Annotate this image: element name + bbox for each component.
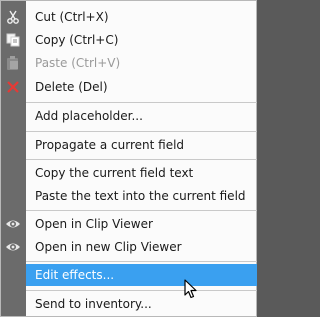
context-menu: Cut (Ctrl+X) Copy (Ctrl+C) Paste (Ctrl+V… (0, 0, 257, 317)
menu-separator (26, 102, 257, 103)
menu-item-label: Add placeholder... (35, 109, 143, 123)
menu-item-cut[interactable]: Cut (Ctrl+X) (7, 6, 257, 28)
menu-item-label: Paste (Ctrl+V) (35, 56, 121, 70)
scissors-icon (1, 6, 26, 28)
menu-separator (26, 261, 257, 262)
menu-item-add-placeholder[interactable]: Add placeholder... (26, 105, 257, 127)
menu-separator (26, 290, 257, 291)
mouse-cursor-icon (184, 279, 198, 302)
menu-item-label: Copy (Ctrl+C) (35, 33, 119, 47)
menu-item-open-clip-viewer[interactable]: Open in Clip Viewer (6, 213, 257, 235)
menu-item-copy-field-text[interactable]: Copy the current field text (26, 162, 257, 184)
menu-item-paste-field-text[interactable]: Paste the text into the current field (26, 185, 257, 207)
copy-icon (1, 29, 26, 51)
paste-icon (1, 52, 26, 74)
menu-item-label: Open in new Clip Viewer (35, 240, 182, 254)
menu-item-label: Paste the text into the current field (35, 189, 246, 203)
eye-icon (1, 213, 26, 235)
menu-separator (26, 210, 257, 211)
menu-separator (26, 131, 257, 132)
eye-icon (1, 236, 26, 258)
menu-item-label: Cut (Ctrl+X) (35, 10, 109, 24)
menu-item-open-new-clip-viewer[interactable]: Open in new Clip Viewer (6, 236, 257, 258)
menu-item-label: Copy the current field text (35, 166, 194, 180)
menu-item-label: Open in Clip Viewer (35, 217, 153, 231)
menu-item-edit-effects[interactable]: Edit effects... (26, 264, 257, 286)
menu-item-paste[interactable]: Paste (Ctrl+V) (7, 52, 257, 74)
menu-item-copy[interactable]: Copy (Ctrl+C) (6, 29, 257, 51)
menu-item-label: Edit effects... (35, 268, 115, 282)
menu-item-label: Propagate a current field (35, 138, 185, 152)
menu-item-send-to-inventory[interactable]: Send to inventory... (26, 293, 257, 315)
menu-item-label: Delete (Del) (35, 80, 108, 94)
delete-icon (1, 76, 26, 98)
menu-item-delete[interactable]: Delete (Del) (7, 76, 257, 98)
menu-separator (26, 159, 257, 160)
menu-item-propagate-field[interactable]: Propagate a current field (26, 134, 257, 156)
menu-item-label: Send to inventory... (35, 297, 152, 311)
